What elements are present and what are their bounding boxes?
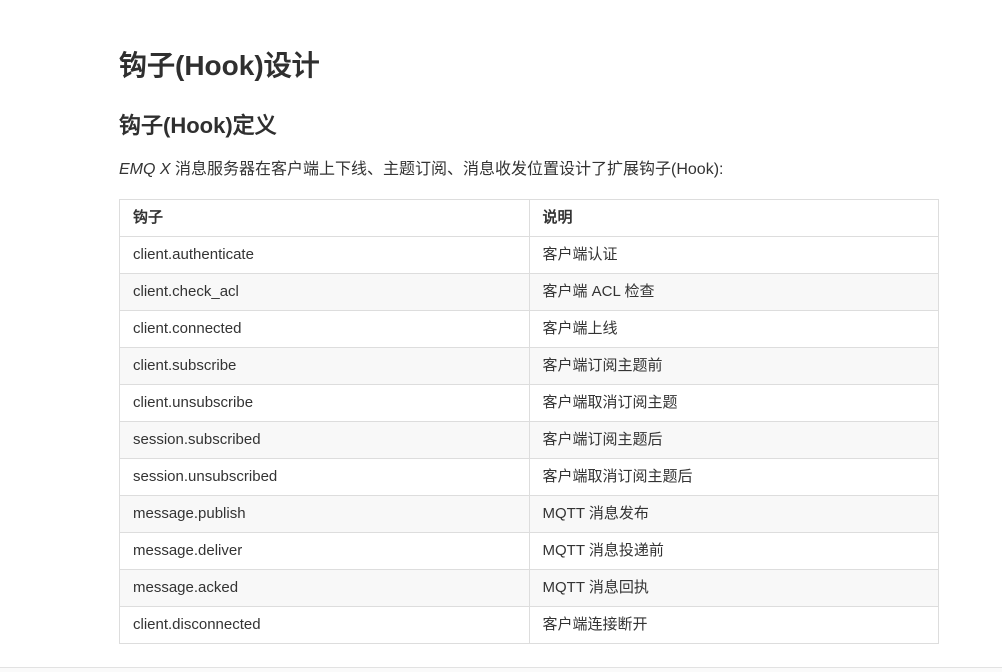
table-row: message.deliver MQTT 消息投递前 <box>119 531 939 570</box>
table-row: client.subscribe 客户端订阅主题前 <box>119 346 939 385</box>
intro-paragraph: EMQ X 消息服务器在客户端上下线、主题订阅、消息收发位置设计了扩展钩子(Ho… <box>119 138 939 179</box>
hook-name-cell: message.publish <box>119 494 530 533</box>
hook-name-cell: client.check_acl <box>119 272 530 311</box>
hook-description-cell: 客户端取消订阅主题后 <box>528 457 939 496</box>
column-header-description: 说明 <box>528 198 939 237</box>
table-row: message.publish MQTT 消息发布 <box>119 494 939 533</box>
doc-page: { "article": { "title": "钩子(Hook)设计", "s… <box>0 0 1002 672</box>
table-row: client.check_acl 客户端 ACL 检查 <box>119 272 939 311</box>
hook-description-cell: 客户端连接断开 <box>528 605 939 644</box>
product-name-emphasis: EMQ X <box>119 161 171 179</box>
table-row: client.unsubscribe 客户端取消订阅主题 <box>119 383 939 422</box>
table-row: session.unsubscribed 客户端取消订阅主题后 <box>119 457 939 496</box>
table-row: client.authenticate 客户端认证 <box>119 235 939 274</box>
hook-description-cell: MQTT 消息回执 <box>528 568 939 607</box>
table-body: client.authenticate 客户端认证 client.check_acl… <box>119 235 939 644</box>
article: 钩子(Hook)设计 钩子(Hook)定义 EMQ X 消息服务器在客户端上下线… <box>119 0 939 644</box>
table-header-row: 钩子 说明 <box>119 198 939 237</box>
table-head: 钩子 说明 <box>119 198 939 237</box>
hook-description-cell: 客户端订阅主题后 <box>528 420 939 459</box>
hook-description-cell: 客户端取消订阅主题 <box>528 383 939 422</box>
hook-name-cell: client.connected <box>119 309 530 348</box>
hook-name-cell: client.unsubscribe <box>119 383 530 422</box>
hook-name-cell: message.deliver <box>119 531 530 570</box>
intro-text: 消息服务器在客户端上下线、主题订阅、消息收发位置设计了扩展钩子(Hook): <box>170 161 724 179</box>
hook-description-cell: 客户端上线 <box>528 309 939 348</box>
section-heading: 钩子(Hook)定义 <box>119 113 277 139</box>
column-header-hook: 钩子 <box>119 198 530 237</box>
hook-name-cell: client.authenticate <box>119 235 530 274</box>
hook-description-cell: MQTT 消息发布 <box>528 494 939 533</box>
page-title: 钩子(Hook)设计 <box>119 50 320 81</box>
hook-name-cell: client.subscribe <box>119 346 530 385</box>
table-row: session.subscribed 客户端订阅主题后 <box>119 420 939 459</box>
hook-description-cell: 客户端 ACL 检查 <box>528 272 939 311</box>
hook-name-cell: message.acked <box>119 568 530 607</box>
hook-name-cell: session.subscribed <box>119 420 530 459</box>
table-row: client.connected 客户端上线 <box>119 309 939 348</box>
hook-description-cell: 客户端认证 <box>528 235 939 274</box>
hook-name-cell: client.disconnected <box>119 605 530 644</box>
hook-description-cell: 客户端订阅主题前 <box>528 346 939 385</box>
hook-name-cell: session.unsubscribed <box>119 457 530 496</box>
table-row: client.disconnected 客户端连接断开 <box>119 605 939 644</box>
hooks-table: 钩子 说明 client.authenticate 客户端认证 client.che… <box>119 198 939 644</box>
next-section-edge <box>0 667 1002 672</box>
hook-description-cell: MQTT 消息投递前 <box>528 531 939 570</box>
table-row: message.acked MQTT 消息回执 <box>119 568 939 607</box>
